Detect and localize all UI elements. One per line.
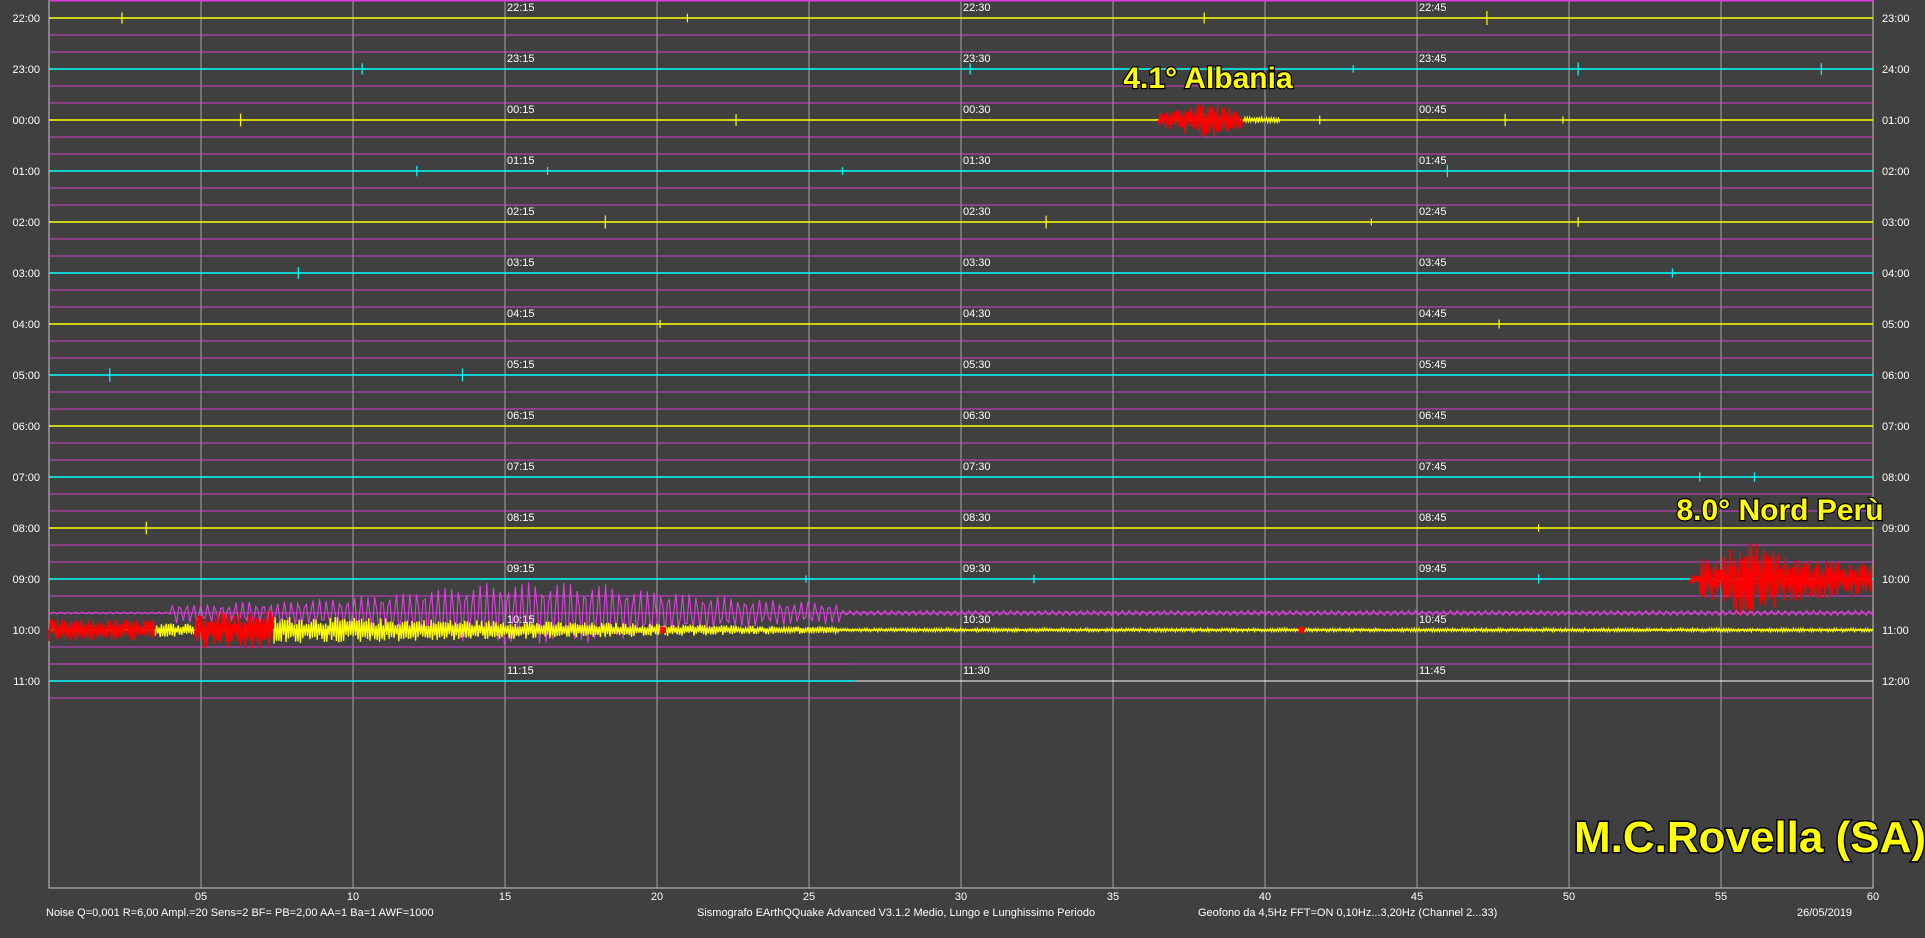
row-time-label-left: 22:00 — [12, 13, 40, 25]
quarter-time-label: 11:15 — [507, 665, 534, 677]
quarter-time-label: 01:30 — [963, 155, 991, 167]
quarter-time-label: 06:30 — [963, 410, 991, 422]
event-label-albania: 4.1° Albania — [1123, 62, 1293, 95]
quarter-time-label: 02:15 — [507, 206, 535, 218]
row-time-label-left: 00:00 — [12, 115, 40, 127]
trigger-marker — [660, 627, 667, 633]
quarter-time-label: 03:45 — [1419, 257, 1447, 269]
quarter-time-label: 23:15 — [507, 53, 535, 65]
quarter-time-label: 09:15 — [507, 563, 535, 575]
event-label-peru: 8.0° Nord Perù — [1676, 494, 1883, 527]
row-time-label-right: 07:00 — [1882, 421, 1910, 433]
quarter-time-label: 00:30 — [963, 104, 991, 116]
quarter-time-label: 08:15 — [507, 512, 535, 524]
quarter-time-label: 22:30 — [963, 2, 991, 14]
quarter-time-label: 00:45 — [1419, 104, 1447, 116]
quarter-time-label: 03:15 — [507, 257, 535, 269]
trigger-marker — [1298, 627, 1305, 633]
row-time-label-left: 08:00 — [12, 523, 40, 535]
x-tick-label: 60 — [1867, 891, 1879, 903]
quarter-time-label: 11:45 — [1419, 665, 1446, 677]
quarter-time-label: 10:15 — [507, 614, 535, 626]
x-tick-label: 30 — [955, 891, 967, 903]
row-time-label-right: 11:00 — [1882, 625, 1909, 637]
quarter-time-label: 04:15 — [507, 308, 535, 320]
x-tick-label: 45 — [1411, 891, 1423, 903]
row-time-label-left: 11:00 — [13, 676, 40, 688]
row-time-label-right: 09:00 — [1882, 523, 1910, 535]
station-watermark: M.C.Rovella (SA) — [1574, 813, 1925, 862]
quarter-time-label: 02:45 — [1419, 206, 1447, 218]
x-tick-label: 10 — [347, 891, 359, 903]
x-tick-label: 20 — [651, 891, 663, 903]
quarter-time-label: 06:15 — [507, 410, 535, 422]
row-time-label-right: 08:00 — [1882, 472, 1910, 484]
quarter-time-label: 07:15 — [507, 461, 535, 473]
quarter-time-label: 22:15 — [507, 2, 535, 14]
quarter-time-label: 01:45 — [1419, 155, 1447, 167]
row-time-label-right: 05:00 — [1882, 319, 1910, 331]
x-tick-label: 50 — [1563, 891, 1575, 903]
row-time-label-right: 24:00 — [1882, 64, 1910, 76]
quarter-time-label: 05:45 — [1419, 359, 1447, 371]
row-time-label-right: 04:00 — [1882, 268, 1910, 280]
row-time-label-left: 06:00 — [12, 421, 40, 433]
quarter-time-label: 05:15 — [507, 359, 535, 371]
quarter-time-label: 09:45 — [1419, 563, 1447, 575]
x-tick-label: 35 — [1107, 891, 1119, 903]
row-time-label-left: 09:00 — [12, 574, 40, 586]
quarter-time-label: 10:30 — [963, 614, 991, 626]
helicorder-chart: 05 10 15 20 25 30 35 40 45 50 55 60 22:00 23:00 22:15 2… — [0, 0, 1925, 938]
quarter-time-label: 08:30 — [963, 512, 991, 524]
footer-date: 26/05/2019 — [1797, 907, 1853, 919]
quarter-time-label: 01:15 — [507, 155, 535, 167]
row-time-label-left: 23:00 — [12, 64, 40, 76]
quarter-time-label: 07:30 — [963, 461, 991, 473]
row-time-label-left: 03:00 — [12, 268, 40, 280]
quarter-time-label: 00:15 — [507, 104, 535, 116]
x-tick-label: 40 — [1259, 891, 1271, 903]
row-time-label-right: 12:00 — [1882, 676, 1910, 688]
quarter-time-label: 09:30 — [963, 563, 991, 575]
row-time-label-left: 05:00 — [12, 370, 40, 382]
row-time-label-left: 01:00 — [12, 166, 40, 178]
quarter-time-label: 10:45 — [1419, 614, 1447, 626]
footer-software: Sismografo EArthQQuake Advanced V3.1.2 M… — [697, 907, 1096, 919]
footer-sensor: Geofono da 4,5Hz FFT=ON 0,10Hz...3,20Hz … — [1198, 907, 1498, 919]
quarter-time-label: 22:45 — [1419, 2, 1447, 14]
quarter-time-label: 04:30 — [963, 308, 991, 320]
footer-params: Noise Q=0,001 R=6,00 Ampl.=20 Sens=2 BF=… — [46, 907, 434, 919]
x-tick-label: 05 — [195, 891, 207, 903]
row-time-label-left: 02:00 — [12, 217, 40, 229]
quarter-time-label: 02:30 — [963, 206, 991, 218]
quarter-time-label: 11:30 — [963, 665, 990, 677]
row-time-label-left: 07:00 — [12, 472, 40, 484]
row-time-label-right: 03:00 — [1882, 217, 1910, 229]
quarter-time-label: 04:45 — [1419, 308, 1447, 320]
quarter-time-label: 05:30 — [963, 359, 991, 371]
quarter-time-label: 23:45 — [1419, 53, 1447, 65]
quarter-time-label: 08:45 — [1419, 512, 1447, 524]
quarter-time-label: 23:30 — [963, 53, 991, 65]
x-tick-label: 15 — [499, 891, 511, 903]
row-time-label-left: 10:00 — [12, 625, 40, 637]
row-time-label-left: 04:00 — [12, 319, 40, 331]
quarter-time-label: 03:30 — [963, 257, 991, 269]
quarter-time-label: 06:45 — [1419, 410, 1447, 422]
row-time-label-right: 01:00 — [1882, 115, 1910, 127]
row-time-label-right: 02:00 — [1882, 166, 1910, 178]
x-tick-label: 25 — [803, 891, 815, 903]
row-time-label-right: 10:00 — [1882, 574, 1910, 586]
row-time-label-right: 06:00 — [1882, 370, 1910, 382]
row-time-label-right: 23:00 — [1882, 13, 1910, 25]
quarter-time-label: 07:45 — [1419, 461, 1447, 473]
x-tick-label: 55 — [1715, 891, 1727, 903]
